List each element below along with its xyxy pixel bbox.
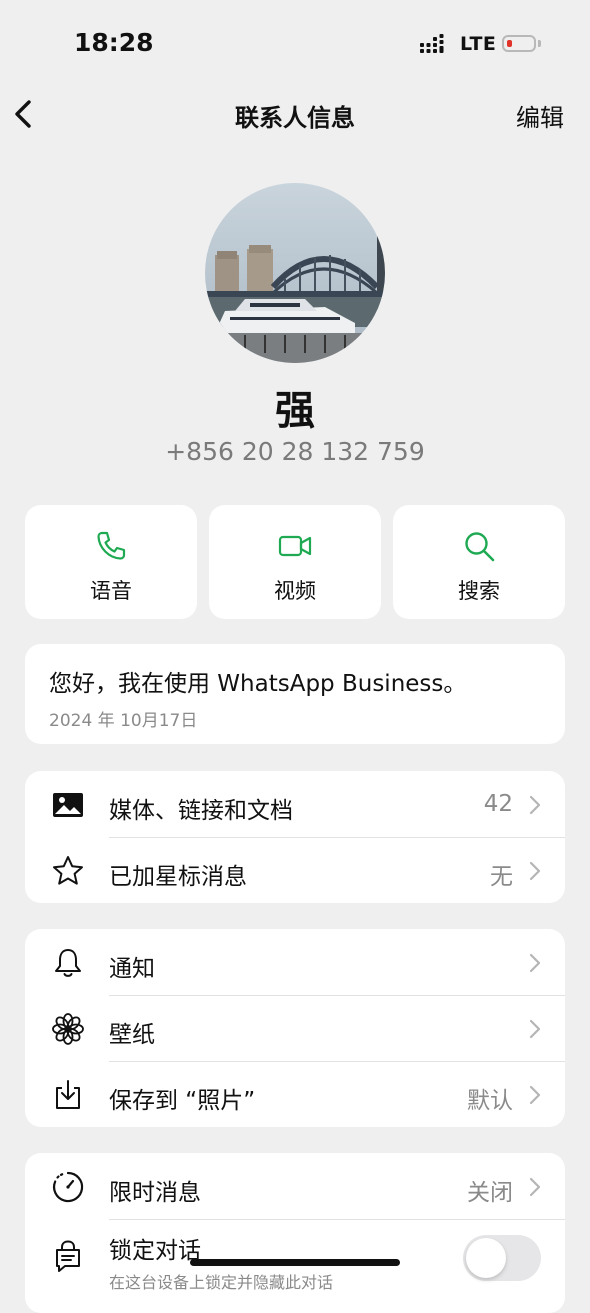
toggle-knob bbox=[466, 1238, 506, 1278]
status-time: 18:28 bbox=[74, 28, 154, 57]
timer-icon bbox=[52, 1171, 84, 1203]
media-row-label: 媒体、链接和文档 bbox=[109, 798, 293, 824]
video-call-button[interactable]: 视频 bbox=[209, 505, 381, 619]
battery-tip bbox=[538, 40, 541, 47]
chevron-right-icon bbox=[529, 1177, 541, 1197]
battery-icon bbox=[502, 35, 536, 52]
save-to-photos-label: 保存到 “照片” bbox=[109, 1088, 256, 1114]
privacy-card: 限时消息 关闭 锁定对话 在这台设备上锁定并隐藏此对话 bbox=[25, 1153, 565, 1313]
network-type: LTE bbox=[460, 33, 497, 55]
chevron-right-icon bbox=[529, 953, 541, 973]
edit-button[interactable]: 编辑 bbox=[516, 98, 564, 133]
nav-bar: 联系人信息 编辑 bbox=[0, 84, 590, 144]
lock-chat-row: 锁定对话 在这台设备上锁定并隐藏此对话 bbox=[25, 1219, 565, 1313]
flower-icon bbox=[52, 1013, 84, 1045]
lock-chat-label: 锁定对话 bbox=[109, 1238, 201, 1264]
save-to-photos-row[interactable]: 保存到 “照片” 默认 bbox=[25, 1061, 565, 1127]
media-links-docs-row[interactable]: 媒体、链接和文档 42 bbox=[25, 771, 565, 837]
chevron-right-icon bbox=[529, 795, 541, 815]
chevron-right-icon bbox=[529, 1085, 541, 1105]
status-bar: 18:28 LTE bbox=[0, 0, 590, 80]
chevron-right-icon bbox=[529, 861, 541, 881]
notifications-label: 通知 bbox=[109, 956, 155, 982]
voice-call-label: 语音 bbox=[90, 579, 132, 603]
media-count: 42 bbox=[483, 791, 513, 817]
star-icon bbox=[53, 856, 83, 885]
bell-icon bbox=[55, 949, 81, 977]
wallpaper-row[interactable]: 壁纸 bbox=[25, 995, 565, 1061]
disappearing-messages-row[interactable]: 限时消息 关闭 bbox=[25, 1153, 565, 1219]
contact-name: 强 bbox=[275, 388, 315, 434]
lock-chat-toggle[interactable] bbox=[463, 1235, 541, 1281]
about-card: 您好，我在使用 WhatsApp Business。 2024 年 10月17日 bbox=[25, 644, 565, 744]
search-label: 搜索 bbox=[458, 579, 500, 603]
search-icon bbox=[465, 532, 495, 562]
page-title: 联系人信息 bbox=[235, 104, 355, 132]
photo-icon bbox=[53, 793, 83, 817]
lock-chat-subtitle: 在这台设备上锁定并隐藏此对话 bbox=[109, 1273, 334, 1292]
search-button[interactable]: 搜索 bbox=[393, 505, 565, 619]
wallpaper-label: 壁纸 bbox=[109, 1022, 155, 1048]
starred-row-label: 已加星标消息 bbox=[109, 864, 247, 890]
video-icon bbox=[278, 535, 312, 557]
disappearing-label: 限时消息 bbox=[109, 1180, 201, 1206]
media-card: 媒体、链接和文档 42 已加星标消息 无 bbox=[25, 771, 565, 903]
lock-chat-icon bbox=[56, 1240, 80, 1272]
phone-icon bbox=[97, 531, 126, 560]
settings-card: 通知 壁纸 保存到 “照片” 默认 bbox=[25, 929, 565, 1127]
contact-phone: +856 20 28 132 759 bbox=[165, 437, 425, 466]
home-indicator[interactable] bbox=[190, 1259, 400, 1266]
chevron-right-icon bbox=[529, 1019, 541, 1039]
starred-messages-row[interactable]: 已加星标消息 无 bbox=[25, 837, 565, 903]
starred-value: 无 bbox=[490, 864, 513, 890]
save-to-photos-value: 默认 bbox=[467, 1088, 513, 1114]
video-call-label: 视频 bbox=[274, 579, 316, 603]
about-date: 2024 年 10月17日 bbox=[49, 711, 198, 731]
disappearing-value: 关闭 bbox=[467, 1180, 513, 1206]
notifications-row[interactable]: 通知 bbox=[25, 929, 565, 995]
download-icon bbox=[56, 1080, 80, 1109]
about-text: 您好，我在使用 WhatsApp Business。 bbox=[49, 671, 467, 697]
voice-call-button[interactable]: 语音 bbox=[25, 505, 197, 619]
signal-icon bbox=[420, 34, 444, 53]
avatar[interactable] bbox=[205, 183, 385, 363]
